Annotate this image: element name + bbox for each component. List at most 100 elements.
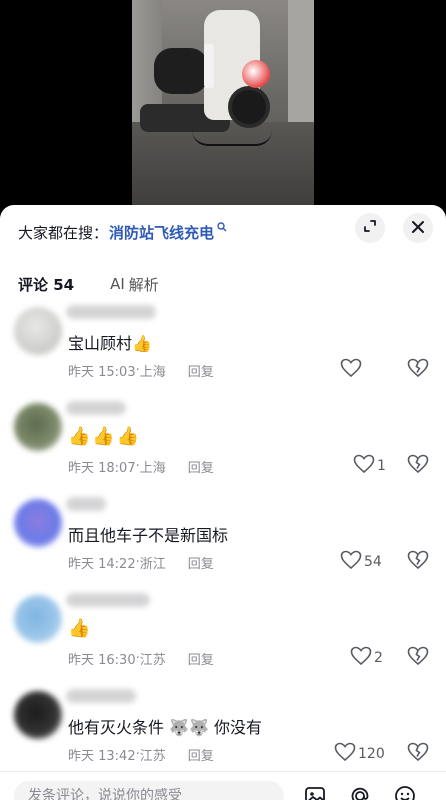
search-icon <box>217 221 227 235</box>
tab-ai-label: 解析 <box>128 275 159 294</box>
expand-icon <box>362 218 378 238</box>
video-frame <box>132 0 314 212</box>
video-player[interactable] <box>0 0 446 212</box>
heart-icon <box>340 550 362 574</box>
like-button[interactable]: 2 <box>350 646 383 670</box>
comment-time: 昨天 16:30 <box>68 653 136 668</box>
comment-list[interactable]: 宝山顾村👍 昨天 15:03 · 上海 回复 👍👍👍 昨天 18:07 · 上海… <box>0 301 446 771</box>
dislike-button[interactable] <box>407 742 429 766</box>
avatar[interactable] <box>14 499 62 547</box>
at-icon[interactable] <box>348 784 372 800</box>
comment-text: 👍👍👍 <box>68 426 141 447</box>
avatar[interactable] <box>14 595 62 643</box>
comment-time: 昨天 14:22 <box>68 557 136 572</box>
search-suggestion[interactable]: 大家都在搜： 消防站飞线充电 <box>18 220 227 244</box>
comment-location: 江苏 <box>139 749 166 764</box>
broken-heart-icon <box>407 646 429 670</box>
reply-button[interactable]: 回复 <box>188 361 214 380</box>
list-item: 👍 昨天 16:30 · 江苏 回复 2 <box>0 589 446 684</box>
comment-meta: 昨天 14:22 · 浙江 回复 <box>68 553 214 572</box>
tab-ai-prefix: AI <box>110 275 125 293</box>
close-button[interactable] <box>403 213 433 243</box>
comment-text: 宝山顾村👍 <box>68 330 152 354</box>
reply-button[interactable]: 回复 <box>188 745 214 764</box>
broken-heart-icon <box>407 742 429 766</box>
like-count: 1 <box>377 458 386 474</box>
broken-heart-icon <box>407 550 429 574</box>
comment-location: 江苏 <box>139 653 166 668</box>
comment-meta: 昨天 13:42 · 江苏 回复 <box>68 745 214 764</box>
like-button[interactable]: 54 <box>340 550 382 574</box>
comment-emoji: 👍 <box>68 618 93 639</box>
charging-cable <box>192 130 272 146</box>
broken-heart-icon <box>407 358 429 382</box>
comment-input-bar: 发条评论，说说你的感受 <box>0 771 446 800</box>
reply-button[interactable]: 回复 <box>188 457 214 476</box>
comment-text: 👍 <box>68 618 92 639</box>
list-item: 他有灭火条件 🐺🐺 你没有 昨天 13:42 · 江苏 回复 120 <box>0 685 446 771</box>
comment-emoji: 👍 <box>132 334 152 353</box>
comment-location: 上海 <box>139 461 166 476</box>
search-prefix: 大家都在搜： <box>18 223 109 242</box>
search-term[interactable]: 消防站飞线充电 <box>109 222 214 243</box>
comment-meta: 昨天 15:03 · 上海 回复 <box>68 361 214 380</box>
comment-meta: 昨天 16:30 · 江苏 回复 <box>68 649 214 668</box>
charger <box>204 44 214 88</box>
comment-location: 上海 <box>139 365 166 380</box>
heart-icon <box>350 646 372 670</box>
like-button[interactable] <box>340 358 364 382</box>
list-item: 而且他车子不是新国标 昨天 14:22 · 浙江 回复 54 <box>0 493 446 588</box>
dislike-button[interactable] <box>407 550 429 574</box>
heart-icon <box>334 742 356 766</box>
emoji-icon[interactable] <box>393 784 417 800</box>
comment-body: 宝山顾村 <box>68 334 133 353</box>
comment-location: 浙江 <box>139 557 166 572</box>
comment-text: 而且他车子不是新国标 <box>68 522 228 546</box>
heart-icon <box>353 454 375 478</box>
comment-emoji: 🐺🐺 <box>169 718 209 737</box>
username[interactable] <box>66 305 156 319</box>
comment-time: 昨天 18:07 <box>68 461 136 476</box>
username[interactable] <box>66 401 126 415</box>
comment-emoji: 👍👍👍 <box>68 426 142 447</box>
avatar[interactable] <box>14 691 62 739</box>
comment-time: 昨天 13:42 <box>68 749 136 764</box>
tab-ai-analysis[interactable]: AI 解析 <box>110 273 159 295</box>
avatar[interactable] <box>14 307 62 355</box>
expand-button[interactable] <box>355 213 385 243</box>
list-item: 👍👍👍 昨天 18:07 · 上海 回复 1 <box>0 397 446 492</box>
tab-comments-label: 评论 54 <box>18 275 75 294</box>
comment-body: 他有灭火条件 <box>68 718 165 737</box>
dislike-button[interactable] <box>407 358 429 382</box>
comment-tabs: 评论 54 AI 解析 <box>18 273 159 295</box>
dislike-button[interactable] <box>407 646 429 670</box>
username[interactable] <box>66 497 106 511</box>
comment-input[interactable]: 发条评论，说说你的感受 <box>14 781 284 800</box>
close-icon <box>411 219 425 238</box>
list-item: 宝山顾村👍 昨天 15:03 · 上海 回复 <box>0 301 446 396</box>
scooter-light <box>242 60 270 88</box>
reply-button[interactable]: 回复 <box>188 553 214 572</box>
image-icon[interactable] <box>303 784 327 800</box>
avatar[interactable] <box>14 403 62 451</box>
like-button[interactable]: 120 <box>334 742 385 766</box>
comment-body-tail: 你没有 <box>214 718 263 737</box>
username[interactable] <box>66 593 150 607</box>
comment-sheet: 大家都在搜： 消防站飞线充电 评论 54 AI 解析 宝山顾村👍 昨天 15:0… <box>0 205 446 800</box>
comment-body: 而且他车子不是新国标 <box>68 526 229 545</box>
like-count: 120 <box>358 746 385 762</box>
comment-text: 他有灭火条件 🐺🐺 你没有 <box>68 714 262 738</box>
comment-meta: 昨天 18:07 · 上海 回复 <box>68 457 214 476</box>
like-count: 2 <box>374 650 383 666</box>
like-button[interactable]: 1 <box>353 454 386 478</box>
scooter-wheel <box>228 86 270 128</box>
tab-comments[interactable]: 评论 54 <box>18 273 74 295</box>
broken-heart-icon <box>407 454 429 478</box>
comment-time: 昨天 15:03 <box>68 365 136 380</box>
heart-icon <box>340 358 362 382</box>
dislike-button[interactable] <box>407 454 429 478</box>
like-count: 54 <box>364 554 382 570</box>
reply-button[interactable]: 回复 <box>188 649 214 668</box>
username[interactable] <box>66 689 136 703</box>
scooter-seat <box>154 48 208 94</box>
